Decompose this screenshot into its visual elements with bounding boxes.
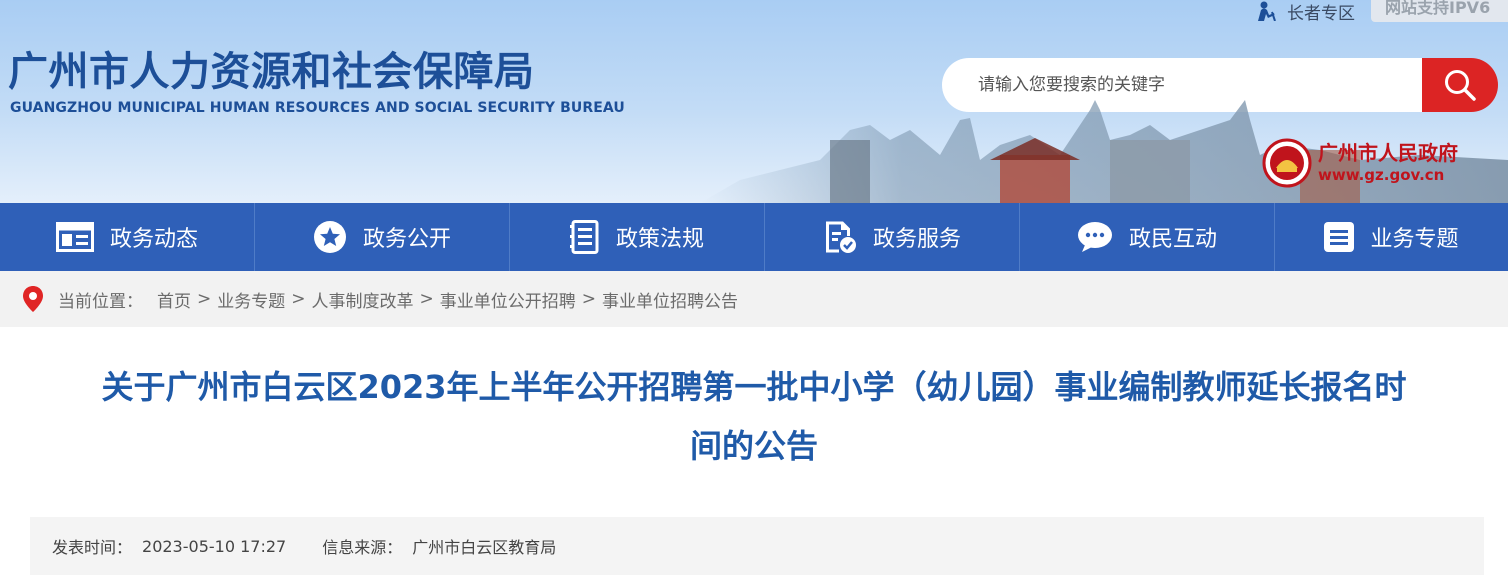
ipv6-badge: 网站支持IPV6	[1371, 0, 1508, 22]
gov-emblem-icon	[1262, 138, 1312, 188]
main-nav: 政务动态 政务公开 政策法规 政务服务 政民互动 业务专题	[0, 203, 1508, 271]
article-title-line-1: 关于广州市白云区2023年上半年公开招聘第一批中小学（幼儿园）事业编制教师延长报…	[101, 368, 1407, 406]
elder-icon	[1258, 1, 1276, 21]
document-list-icon	[569, 220, 600, 254]
nav-label: 政务服务	[872, 227, 961, 252]
star-circle-icon	[313, 220, 347, 254]
nav-label: 政民互动	[1128, 227, 1217, 252]
nav-item-open-gov[interactable]: 政务公开	[255, 203, 510, 271]
list-box-icon	[1324, 222, 1355, 252]
publish-time-label: 发表时间：	[52, 538, 133, 557]
gov-url: www.gz.gov.cn	[1318, 166, 1445, 184]
nav-label: 政务公开	[362, 227, 451, 252]
breadcrumb-separator: >	[581, 289, 596, 309]
newspaper-icon	[55, 222, 94, 252]
article-title-line-2: 间的公告	[689, 427, 818, 465]
breadcrumb-separator: >	[291, 289, 306, 309]
article-meta: 发表时间： 2023-05-10 17:27 信息来源： 广州市白云区教育局	[30, 517, 1484, 575]
nav-item-interaction[interactable]: 政民互动	[1020, 203, 1275, 271]
location-pin-icon	[22, 285, 44, 313]
site-logo-cn[interactable]: 广州市人力资源和社会保障局	[8, 44, 535, 100]
publish-time: 2023-05-10 17:27	[142, 536, 287, 556]
nav-label: 政务动态	[109, 227, 198, 252]
site-logo-en: GUANGZHOU MUNICIPAL HUMAN RESOURCES AND …	[10, 100, 625, 116]
source: 广州市白云区教育局	[412, 538, 557, 557]
breadcrumb-separator: >	[197, 289, 212, 309]
article-title: 关于广州市白云区2023年上半年公开招聘第一批中小学（幼儿园）事业编制教师延长报…	[30, 358, 1478, 476]
site-header: 长者专区 网站支持IPV6 广州市人力资源和社会保障局 GUANGZHOU MU…	[0, 0, 1508, 203]
breadcrumb-label: 当前位置：	[58, 291, 143, 312]
gov-logo[interactable]: 广州市人民政府 www.gz.gov.cn	[1262, 138, 1458, 188]
breadcrumb-topics[interactable]: 业务专题	[217, 287, 285, 312]
chat-bubble-icon	[1077, 221, 1113, 253]
search-icon	[1445, 70, 1476, 101]
nav-item-news[interactable]: 政务动态	[0, 203, 255, 271]
nav-item-services[interactable]: 政务服务	[765, 203, 1020, 271]
breadcrumb-public-recruitment[interactable]: 事业单位公开招聘	[440, 287, 576, 312]
breadcrumb: 当前位置： 首页 > 业务专题 > 人事制度改革 > 事业单位公开招聘 > 事业…	[0, 271, 1508, 327]
breadcrumb-home[interactable]: 首页	[157, 287, 191, 312]
nav-item-policy[interactable]: 政策法规	[510, 203, 765, 271]
breadcrumb-recruitment-notices[interactable]: 事业单位招聘公告	[602, 287, 738, 312]
breadcrumb-separator: >	[419, 289, 434, 309]
nav-label: 业务专题	[1370, 227, 1459, 252]
source-label: 信息来源：	[322, 538, 403, 557]
top-links: 长者专区 网站支持IPV6	[1255, 0, 1508, 24]
service-doc-icon	[823, 220, 857, 254]
elder-zone-label: 长者专区	[1287, 3, 1355, 24]
nav-label: 政策法规	[615, 227, 704, 252]
breadcrumb-personnel-reform[interactable]: 人事制度改革	[312, 287, 414, 312]
elder-zone-link[interactable]: 长者专区	[1255, 0, 1355, 24]
nav-item-topics[interactable]: 业务专题	[1275, 203, 1508, 271]
gov-name: 广州市人民政府	[1318, 141, 1458, 165]
